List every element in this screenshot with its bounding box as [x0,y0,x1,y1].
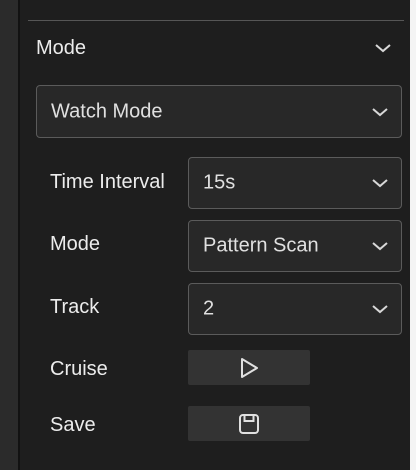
time-interval-select[interactable]: 15s [188,157,402,209]
chevron-down-icon[interactable] [374,42,392,54]
watch-mode-value: Watch Mode [51,100,163,122]
mode-section-header[interactable]: Mode [28,27,404,71]
mode-select[interactable]: Pattern Scan [188,220,402,272]
chevron-down-icon [371,303,389,315]
mode-value: Pattern Scan [203,234,319,257]
chevron-down-icon [371,106,389,118]
mode-section-title: Mode [36,37,87,59]
track-select[interactable]: 2 [188,283,402,335]
cruise-play-button[interactable] [188,350,310,385]
mode-label: Mode [50,233,101,255]
right-edge [410,0,416,470]
cruise-label: Cruise [50,358,108,380]
chevron-down-icon [371,177,389,189]
left-sidebar-strip [0,0,18,470]
chevron-down-icon [371,240,389,252]
time-interval-value: 15s [203,171,236,194]
top-divider [28,20,404,21]
time-interval-label: Time Interval [50,171,165,193]
save-button[interactable] [188,406,310,441]
save-label: Save [50,414,96,436]
play-icon [241,357,258,378]
save-icon [239,413,259,434]
watch-mode-select[interactable]: Watch Mode [36,85,402,138]
track-value: 2 [203,297,215,320]
track-label: Track [50,296,100,318]
